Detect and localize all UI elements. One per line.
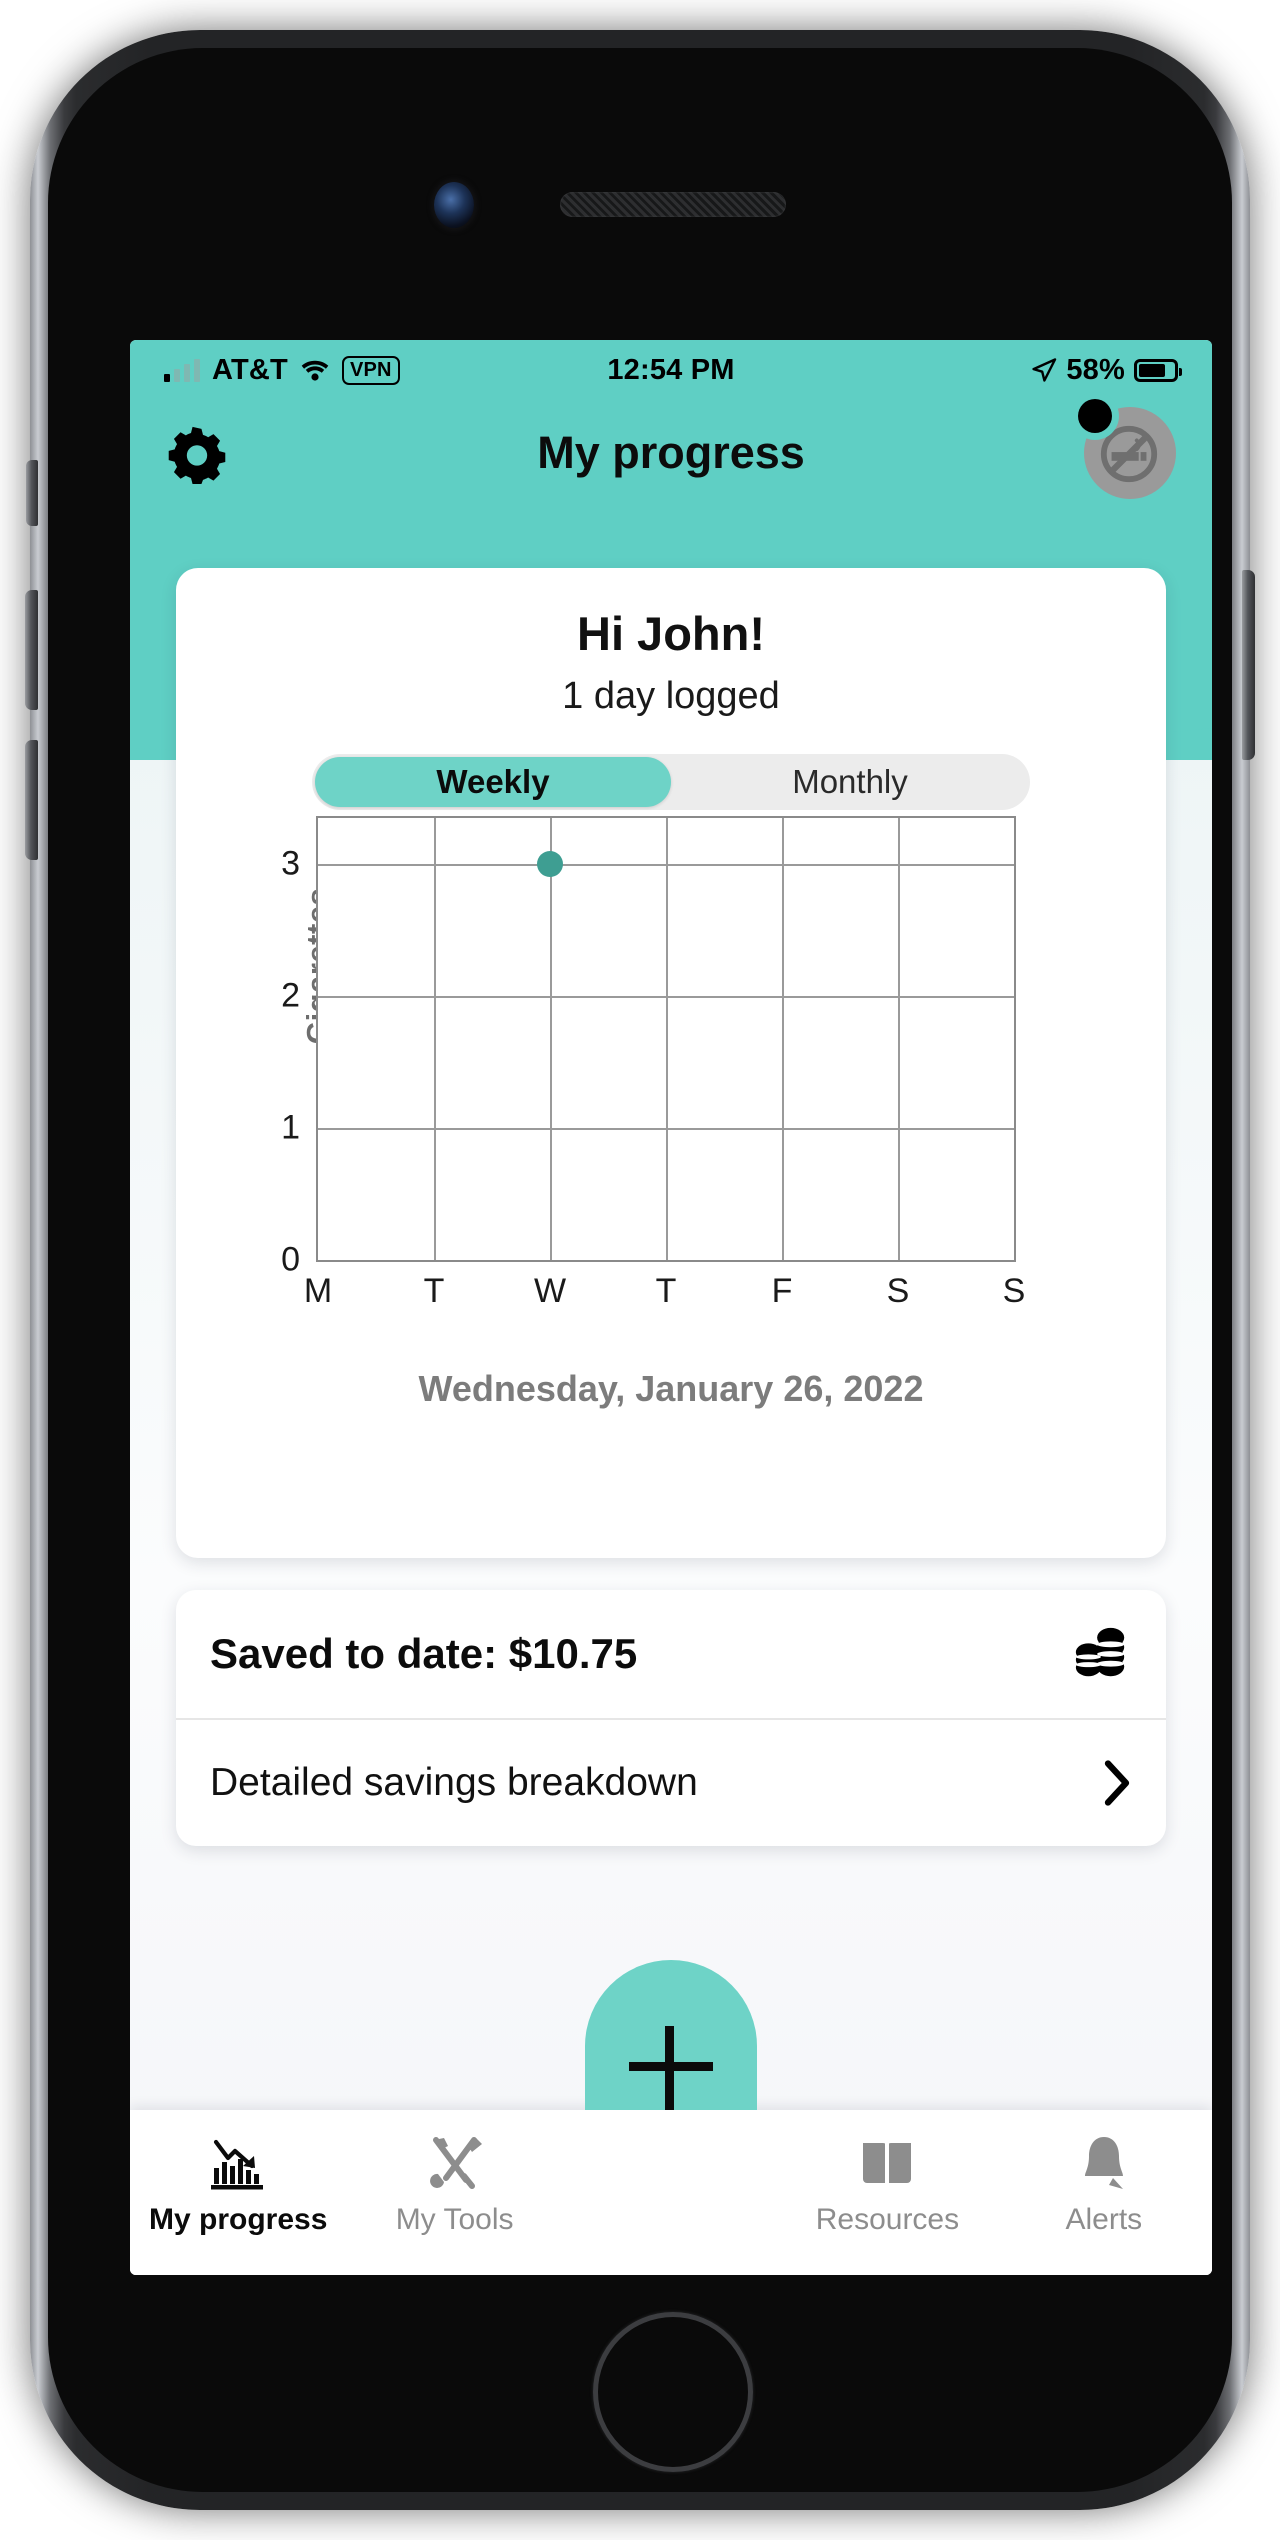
no-smoking-symbol-icon (1100, 425, 1158, 483)
tab-label-my-tools: My Tools (395, 2203, 514, 2236)
chevron-right-icon (1104, 1760, 1130, 1806)
open-book-icon (858, 2132, 916, 2194)
tab-label-my-progress: My progress (149, 2203, 328, 2236)
page-title: My progress (537, 427, 805, 478)
coins-stack-icon (1075, 1627, 1125, 1677)
plus-icon (629, 2026, 714, 2110)
chart-y-tick-label: 3 (281, 844, 300, 883)
chart-x-tick-label: S (1002, 1272, 1026, 1310)
volume-up-button[interactable] (25, 590, 38, 710)
declining-chart-icon (208, 2132, 268, 2194)
chart-gridline-vertical (898, 818, 900, 1260)
chart-y-tick-label: 2 (281, 976, 300, 1015)
tab-resources[interactable]: Resources (779, 2110, 995, 2237)
days-logged-text: 1 day logged (562, 675, 780, 717)
progress-card: Hi John! 1 day logged Weekly Monthly Cig… (176, 568, 1166, 1558)
no-smoking-avatar-icon[interactable] (1078, 399, 1176, 499)
gear-icon[interactable] (166, 422, 228, 484)
app-screen: AT&T VPN 12:54 PM 58% My progress Hi Joh… (130, 340, 1212, 2275)
tab-label-alerts: Alerts (1065, 2203, 1143, 2236)
chart-x-tick-label: S (886, 1272, 910, 1310)
tab-my-progress[interactable]: My progress (130, 2110, 346, 2237)
chart-x-tick-label: W (533, 1272, 567, 1310)
notification-dot (1078, 399, 1112, 433)
chart-x-tick-label: F (771, 1272, 793, 1310)
location-arrow-icon (1032, 358, 1057, 382)
chart-gridline-vertical (782, 818, 784, 1260)
detailed-savings-breakdown-row[interactable]: Detailed savings breakdown (176, 1718, 1166, 1846)
status-bar: AT&T VPN 12:54 PM 58% (130, 340, 1212, 400)
home-button[interactable] (593, 2312, 753, 2472)
chart-x-tick-label: T (423, 1272, 445, 1310)
tools-icon (426, 2132, 484, 2194)
status-bar-right: 58% (1031, 353, 1182, 387)
chart-x-tick-label: T (655, 1272, 677, 1310)
tab-my-tools[interactable]: My Tools (346, 2110, 562, 2237)
battery-icon (1134, 358, 1182, 382)
chart-y-tick-label: 0 (281, 1240, 300, 1279)
earpiece-speaker (560, 192, 786, 217)
saved-to-date-row: Saved to date: $10.75 (176, 1590, 1166, 1718)
savings-card: Saved to date: $10.75 Detailed savings b… (176, 1590, 1166, 1846)
front-camera (434, 182, 474, 228)
detailed-savings-label: Detailed savings breakdown (210, 1761, 698, 1804)
phone-device-frame: AT&T VPN 12:54 PM 58% My progress Hi Joh… (25, 30, 1255, 2510)
chart-data-point[interactable] (537, 851, 563, 878)
saved-to-date-label: Saved to date: $10.75 (210, 1630, 638, 1677)
chart-plot-area: 0 1 2 3 M T W T F S S (281, 816, 1025, 1310)
chart-gridline-vertical (434, 818, 436, 1260)
chart-date-caption: Wednesday, January 26, 2022 (418, 1368, 924, 1409)
app-navigation-bar: My progress (130, 398, 1212, 508)
bottom-tab-bar: My progress My Tools Resources Alerts (130, 1960, 1212, 2275)
tab-label-resources: Resources (815, 2203, 960, 2236)
cigarettes-chart: Cigarettes 0123MTWTFSS (176, 798, 1166, 1358)
greeting-text: Hi John! (577, 607, 765, 660)
tab-alerts[interactable]: Alerts (996, 2110, 1212, 2237)
battery-percent-label: 58% (1066, 353, 1125, 386)
power-button[interactable] (1242, 570, 1255, 760)
mute-switch[interactable] (26, 460, 38, 526)
bell-icon (1077, 2132, 1131, 2194)
chart-y-tick-label: 1 (281, 1108, 300, 1147)
chart-gridline-vertical (666, 818, 668, 1260)
chart-x-tick-label: M (303, 1272, 333, 1310)
volume-down-button[interactable] (25, 740, 38, 860)
chart-gridline-vertical (550, 818, 552, 1260)
